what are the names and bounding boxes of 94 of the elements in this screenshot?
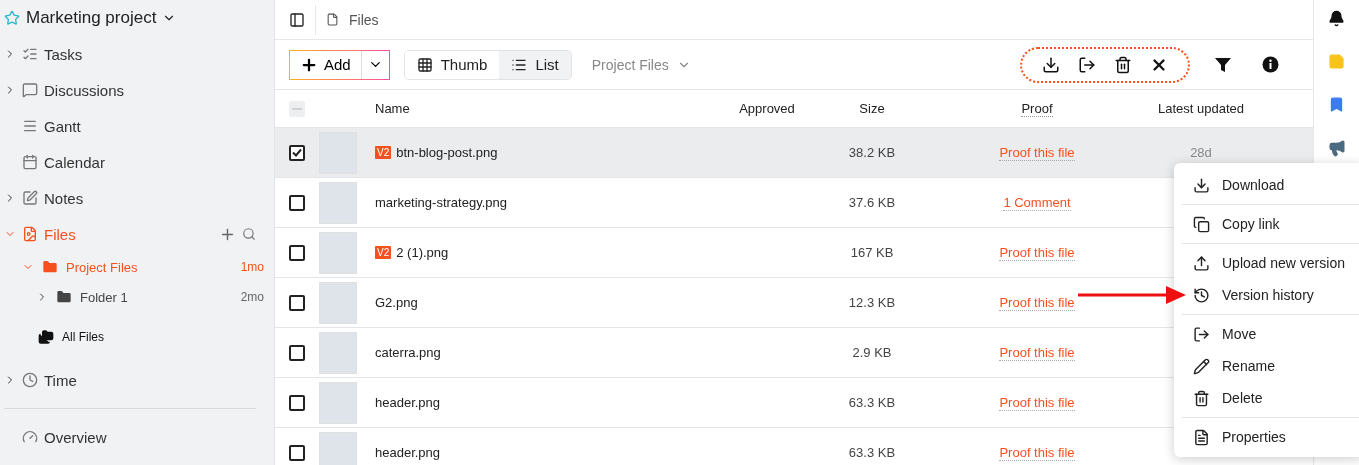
row-checkbox[interactable] [289,244,305,261]
bell-icon[interactable] [1328,10,1345,27]
sidebar-toggle-icon[interactable] [289,11,305,28]
file-icon [326,13,339,26]
menu-item[interactable]: Delete [1182,382,1359,414]
nav-icon [22,226,38,242]
bookmark-icon[interactable] [1328,96,1345,113]
filter-icon[interactable] [1214,55,1232,74]
move-icon[interactable] [1078,55,1096,74]
file-name[interactable]: 2 (1).png [396,245,449,260]
file-name[interactable]: G2.png [375,295,418,310]
photo-placeholder [319,331,357,374]
file-name[interactable]: header.png [375,395,441,410]
gauge-icon [22,429,38,445]
menu-item[interactable]: Download [1182,169,1359,201]
version-badge: V2 [375,146,392,159]
nav-icon [22,372,38,388]
folder-icon [42,259,58,275]
breadcrumb: Files [349,11,379,28]
nav-item[interactable]: Tasks [4,36,264,72]
nav-icon [22,82,38,98]
search-icon[interactable] [242,227,256,241]
menu-item[interactable]: Upload new version [1182,247,1359,279]
download-icon[interactable] [1042,55,1060,74]
nav-item[interactable]: Discussions [4,72,264,108]
version-badge: V2 [375,246,392,259]
file-name[interactable]: caterra.png [375,345,441,360]
megaphone-icon[interactable] [1327,139,1346,157]
nav-icon [22,118,38,134]
row-checkbox[interactable] [289,194,305,211]
row-checkbox[interactable] [289,394,305,411]
nav-icon [22,190,38,206]
folder-dropdown[interactable]: Project Files [585,55,697,74]
folder-item[interactable]: Folder 1 2mo [4,282,264,312]
menu-icon [1193,215,1210,233]
row-checkbox[interactable] [289,444,305,461]
nav-icon [22,154,38,170]
file-size: 63.3 KB [848,395,896,410]
all-files-item[interactable]: All Files [4,312,264,362]
photo-placeholder [319,381,357,424]
proof-link[interactable]: Proof this file [999,244,1075,261]
column-header: Latest updated [1158,101,1244,116]
photo-placeholder [319,281,357,324]
menu-icon [1193,428,1210,446]
nav-item[interactable]: Time [4,362,264,398]
view-tab[interactable]: List [499,50,571,79]
project-title[interactable]: Marketing project [26,8,157,28]
file-size: 2.9 KB [852,345,892,360]
column-header: Name [375,101,410,116]
photo-placeholder [319,181,357,224]
photo-placeholder [319,231,357,274]
proof-link[interactable]: Proof this file [999,394,1075,411]
nav-item[interactable]: Notes [4,180,264,216]
file-size: 63.3 KB [848,445,896,460]
info-icon[interactable] [1262,56,1279,73]
menu-item[interactable]: Version history [1182,279,1359,311]
grid-icon [416,56,433,73]
menu-icon [1193,357,1210,375]
select-all-checkbox[interactable] [289,100,305,117]
proof-link[interactable]: Proof this file [999,344,1075,361]
file-name[interactable]: btn-blog-post.png [396,145,498,160]
nav-icon [22,46,38,62]
file-size: 12.3 KB [848,295,896,310]
proof-link[interactable]: Proof this file [999,294,1075,311]
file-size: 38.2 KB [848,145,896,160]
column-header: Proof [1021,100,1053,117]
row-checkbox[interactable] [289,344,305,361]
menu-item[interactable]: Copy link [1182,208,1359,240]
menu-item[interactable]: Move [1182,318,1359,350]
menu-item[interactable]: Rename [1182,350,1359,382]
column-header: Approved [739,101,795,116]
row-checkbox[interactable] [289,294,305,311]
file-size: 167 KB [850,245,894,260]
menu-icon [1193,254,1210,272]
trash-icon[interactable] [1114,55,1132,74]
star-icon[interactable] [4,10,20,26]
nav-item[interactable]: Gantt [4,108,264,144]
updated-time: 28d [1190,145,1212,160]
file-name[interactable]: header.png [375,445,441,460]
row-checkbox[interactable] [289,144,305,161]
menu-icon [1193,325,1210,343]
file-size: 37.6 KB [848,195,896,210]
file-name[interactable]: marketing-strategy.png [375,195,507,210]
menu-icon [1193,286,1210,304]
folder-icon [56,289,72,305]
menu-item[interactable]: Properties [1182,421,1359,453]
folders-icon [38,329,54,345]
proof-link[interactable]: 1 Comment [1003,194,1071,211]
nav-item[interactable]: Calendar [4,144,264,180]
column-header: Size [859,101,885,116]
menu-icon [1193,176,1210,194]
proof-link[interactable]: Proof this file [999,444,1075,461]
menu-icon [1193,389,1210,407]
nav-item[interactable]: Overview [4,419,264,455]
